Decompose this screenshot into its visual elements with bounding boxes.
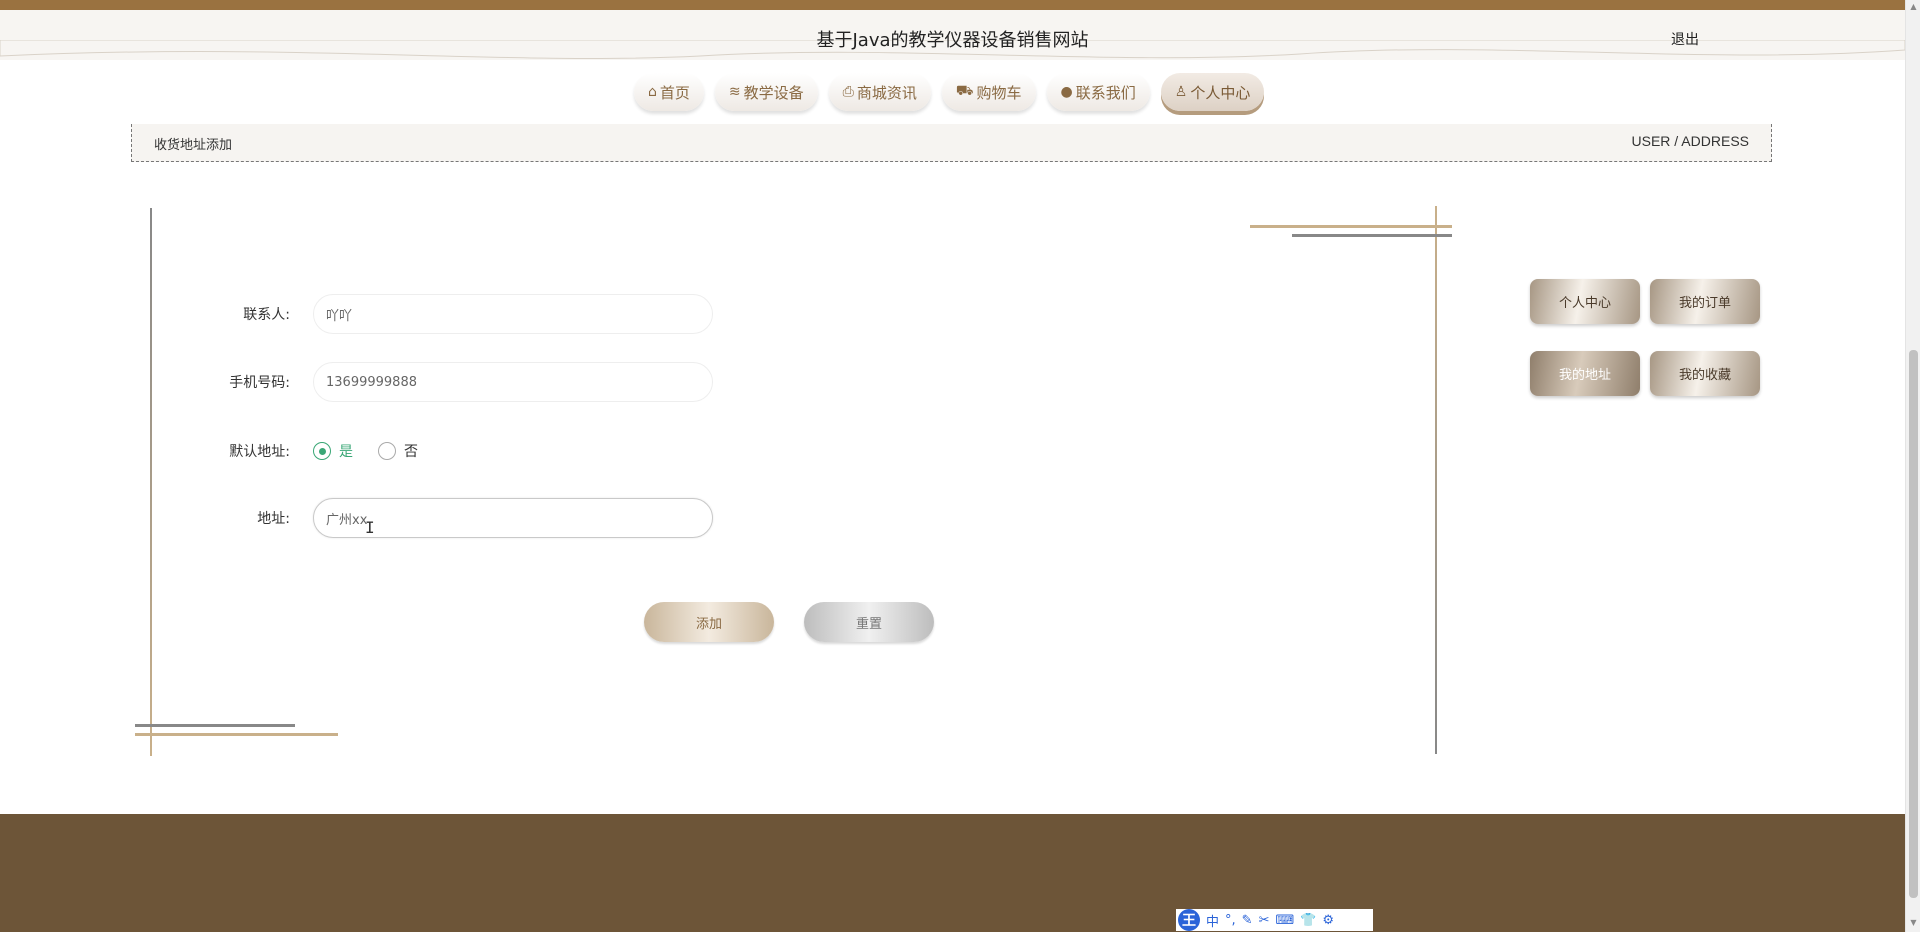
nav-label: 购物车 <box>976 83 1022 102</box>
cart-icon: ⛟ <box>955 83 974 99</box>
logout-link[interactable]: 退出 <box>1671 29 1699 49</box>
nav-label: 商城资讯 <box>856 83 917 102</box>
nav-label: 首页 <box>659 83 690 102</box>
breadcrumb: 收货地址添加 USER / ADDRESS <box>131 124 1772 162</box>
sidebar-item-favorites[interactable]: 我的收藏 <box>1650 351 1760 396</box>
site-footer <box>0 814 1905 932</box>
frame-line-left <box>150 208 152 756</box>
frame-line-top-2 <box>1292 234 1452 237</box>
nav-equipment[interactable]: ≋ 教学设备 <box>714 73 818 111</box>
nav-label: 个人中心 <box>1190 83 1251 102</box>
scroll-up-icon[interactable]: ▲ <box>1909 2 1918 12</box>
default-yes-radio[interactable] <box>313 442 331 460</box>
reset-button[interactable]: 重置 <box>804 602 934 642</box>
sidebar-item-address[interactable]: 我的地址 <box>1530 351 1640 396</box>
ime-keyboard-icon[interactable]: ⌨ <box>1275 913 1294 928</box>
default-yes-label[interactable]: 是 <box>339 441 353 461</box>
ime-pen-icon[interactable]: ✎ <box>1242 913 1253 928</box>
nav-user-center[interactable]: ♙ 个人中心 <box>1160 73 1265 111</box>
contact-label: 联系人: <box>243 307 290 323</box>
ime-skin-icon[interactable]: 👕 <box>1300 913 1316 928</box>
home-icon: ⌂ <box>648 84 657 100</box>
address-label: 地址: <box>257 511 290 527</box>
default-no-label[interactable]: 否 <box>404 441 418 461</box>
nav-home[interactable]: ⌂ 首页 <box>634 73 704 111</box>
add-button[interactable]: 添加 <box>644 602 774 642</box>
printer-icon: ⎙ <box>842 84 854 100</box>
layers-icon: ≋ <box>728 84 741 100</box>
frame-line-bottom-2 <box>135 733 338 736</box>
top-accent-bar <box>0 0 1905 10</box>
scroll-down-icon[interactable]: ▼ <box>1909 918 1918 928</box>
nav-label: 联系我们 <box>1075 83 1136 102</box>
user-icon: ♙ <box>1174 84 1188 100</box>
address-row: 地址: 广州xx <box>205 498 713 538</box>
phone-label: 手机号码: <box>229 375 290 391</box>
sidebar-item-user-center[interactable]: 个人中心 <box>1530 279 1640 324</box>
contact-row: 联系人: 吖吖 <box>205 294 713 334</box>
nav-label: 教学设备 <box>743 83 804 102</box>
page-title: 收货地址添加 <box>154 138 233 153</box>
ime-scissors-icon[interactable]: ✂ <box>1259 913 1270 928</box>
default-no-radio[interactable] <box>378 442 396 460</box>
frame-line-top-1 <box>1250 225 1452 228</box>
nav-contact[interactable]: ● 联系我们 <box>1046 73 1150 111</box>
ime-logo-icon[interactable]: 王 <box>1178 909 1200 931</box>
nav-news[interactable]: ⎙ 商城资讯 <box>828 73 931 111</box>
page-scrollbar[interactable]: ▲ ▼ <box>1905 0 1920 932</box>
ime-punct-icon[interactable]: °, <box>1225 913 1236 928</box>
chat-icon: ● <box>1060 84 1073 100</box>
page-title-en: USER / ADDRESS <box>1631 133 1749 149</box>
main-nav: ⌂ 首页 ≋ 教学设备 ⎙ 商城资讯 ⛟ 购物车 ● 联系我们 ♙ 个人中心 <box>634 73 1265 113</box>
frame-line-right <box>1435 206 1437 754</box>
text-cursor-icon: I <box>365 518 375 537</box>
contact-input[interactable]: 吖吖 <box>313 294 713 334</box>
phone-row: 手机号码: 13699999888 <box>205 362 713 402</box>
phone-input[interactable]: 13699999888 <box>313 362 713 402</box>
nav-cart[interactable]: ⛟ 购物车 <box>941 73 1036 111</box>
frame-line-bottom-1 <box>135 724 295 727</box>
ime-mode[interactable]: 中 <box>1206 911 1219 930</box>
default-address-label: 默认地址: <box>229 444 290 460</box>
scroll-thumb[interactable] <box>1909 350 1918 898</box>
ime-settings-icon[interactable]: ⚙ <box>1322 913 1334 928</box>
ime-toolbar: 王 中 °, ✎ ✂ ⌨ 👕 ⚙ <box>1176 909 1373 931</box>
default-address-row: 默认地址: 是 否 <box>205 431 443 471</box>
sidebar-item-orders[interactable]: 我的订单 <box>1650 279 1760 324</box>
site-title: 基于Java的教学仪器设备销售网站 <box>816 30 1089 51</box>
